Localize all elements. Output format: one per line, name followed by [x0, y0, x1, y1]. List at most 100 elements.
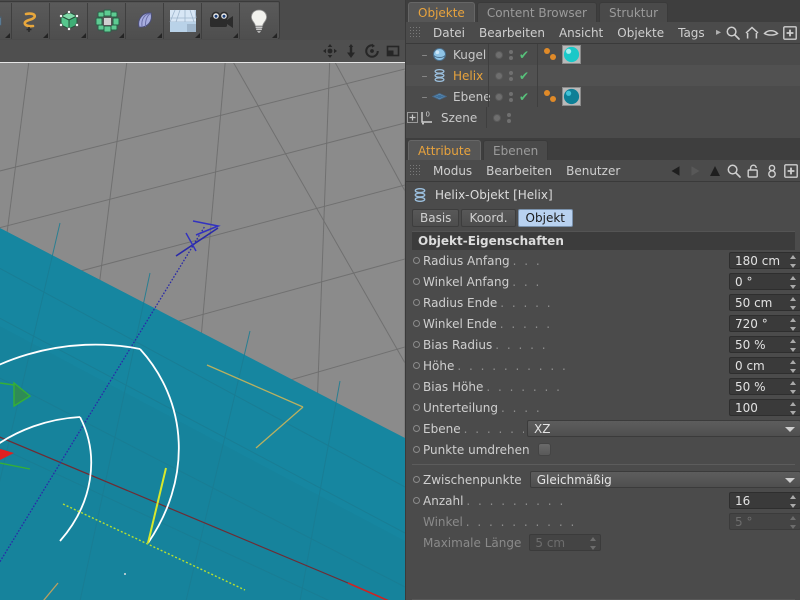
panel-grip-icon[interactable] [409, 164, 422, 177]
winkel-ende-input[interactable]: 720 ° [729, 315, 800, 332]
floor-environment-icon[interactable] [164, 3, 202, 39]
menu-benutzer[interactable]: Benutzer [559, 161, 627, 181]
tab-struktur[interactable]: Struktur [599, 2, 669, 22]
spinner-icon[interactable] [789, 297, 796, 310]
spinner-icon[interactable] [789, 381, 796, 394]
tab-koord[interactable]: Koord. [461, 209, 516, 227]
menu-ansicht[interactable]: Ansicht [552, 23, 610, 43]
punkte-umdrehen-checkbox[interactable] [537, 443, 551, 456]
enabled-check-icon[interactable]: ✔ [519, 70, 529, 82]
visibility-dot[interactable] [495, 71, 503, 80]
forward-arrow-icon[interactable] [686, 163, 702, 179]
spinner-icon[interactable] [789, 318, 796, 331]
search-icon[interactable] [726, 163, 742, 179]
material-tag-icon[interactable] [562, 87, 581, 106]
tag-area[interactable] [537, 86, 581, 107]
anzahl-input[interactable]: 16 [729, 492, 800, 509]
menu-tags[interactable]: Tags [671, 23, 712, 43]
dot-stack-icon[interactable] [509, 91, 513, 102]
object-visibility-dots[interactable] [486, 107, 532, 128]
animate-toggle-icon[interactable] [413, 362, 420, 369]
search-icon[interactable] [725, 25, 741, 41]
animate-toggle-icon[interactable] [413, 476, 420, 483]
move-camera-icon[interactable] [322, 43, 338, 59]
animate-toggle-icon[interactable] [413, 404, 420, 411]
animate-toggle-icon[interactable] [413, 278, 420, 285]
bias-radius-input[interactable]: 50 % [729, 336, 800, 353]
spinner-icon[interactable] [789, 276, 796, 289]
spline-icon[interactable] [12, 3, 50, 39]
animate-toggle-icon[interactable] [413, 383, 420, 390]
back-arrow-icon[interactable] [669, 163, 685, 179]
rotate-camera-icon[interactable] [364, 43, 380, 59]
enabled-check-icon[interactable]: ✔ [519, 49, 529, 61]
camera-icon[interactable] [202, 3, 240, 39]
unlock-icon[interactable] [745, 163, 761, 179]
table-row[interactable]: – Ebene ✔ [406, 86, 800, 107]
array-icon[interactable] [88, 3, 126, 39]
winkel-anfang-input[interactable]: 0 ° [729, 273, 800, 290]
ebene-select[interactable]: XZ [527, 420, 800, 437]
spinner-icon[interactable] [789, 495, 796, 508]
zwischenpunkte-select[interactable]: Gleichmäßig [529, 471, 800, 488]
dolly-camera-icon[interactable] [343, 43, 359, 59]
add-panel-icon[interactable] [783, 163, 799, 179]
scene-root-icon[interactable]: 0 [419, 109, 436, 126]
spinner-icon[interactable] [789, 255, 796, 268]
menu-modus[interactable]: Modus [426, 161, 479, 181]
menu-datei[interactable]: Datei [426, 23, 472, 43]
viewport-3d[interactable] [0, 62, 405, 600]
tab-attribute[interactable]: Attribute [408, 140, 481, 160]
material-tag-icon[interactable] [562, 45, 581, 64]
tab-objekte[interactable]: Objekte [408, 2, 475, 22]
dot-stack-icon[interactable] [509, 70, 513, 81]
spinner-icon[interactable] [789, 339, 796, 352]
menu-bearbeiten[interactable]: Bearbeiten [479, 161, 559, 181]
animate-toggle-icon[interactable] [413, 257, 420, 264]
object-visibility-dots[interactable]: ✔ [488, 44, 534, 65]
menu-objekte[interactable]: Objekte [610, 23, 671, 43]
table-row[interactable]: – Helix ✔ [406, 65, 800, 86]
add-layer-icon[interactable] [782, 25, 798, 41]
spinner-icon[interactable] [789, 360, 796, 373]
bias-hoehe-input[interactable]: 50 % [729, 378, 800, 395]
visibility-dot[interactable] [493, 113, 501, 122]
table-row[interactable]: – Kugel ✔ [406, 44, 800, 65]
viewport-layout-icon[interactable] [385, 43, 401, 59]
hoehe-input[interactable]: 0 cm [729, 357, 800, 374]
radius-anfang-input[interactable]: 180 cm [729, 252, 800, 269]
spinner-icon[interactable] [789, 402, 796, 415]
object-visibility-dots[interactable]: ✔ [488, 65, 534, 86]
menu-overflow-arrow-icon[interactable]: ▸ [716, 27, 721, 38]
tab-basis[interactable]: Basis [412, 209, 460, 227]
animate-toggle-icon[interactable] [413, 425, 420, 432]
enabled-check-icon[interactable]: ✔ [519, 91, 529, 103]
cube-primitive-icon[interactable] [0, 3, 12, 39]
expand-toggle-icon[interactable] [406, 107, 419, 128]
table-row[interactable]: 0 Szene [406, 107, 800, 128]
material-tag-dots-icon[interactable] [542, 88, 560, 105]
home-icon[interactable] [744, 25, 760, 41]
animate-toggle-icon[interactable] [413, 446, 420, 453]
animate-toggle-icon[interactable] [413, 320, 420, 327]
link-icon[interactable] [764, 163, 780, 179]
unterteilung-input[interactable]: 100 [729, 399, 800, 416]
tab-ebenen[interactable]: Ebenen [483, 140, 549, 160]
visibility-dot[interactable] [495, 92, 503, 101]
tab-objekt[interactable]: Objekt [517, 209, 573, 227]
menu-bearbeiten[interactable]: Bearbeiten [472, 23, 552, 43]
deformer-icon[interactable] [126, 3, 164, 39]
tag-area[interactable] [537, 44, 581, 65]
dot-stack-icon[interactable] [509, 49, 513, 60]
sphere-object-icon[interactable] [431, 46, 448, 63]
dot-stack-icon[interactable] [507, 112, 511, 123]
visibility-dot[interactable] [495, 50, 503, 59]
animate-toggle-icon[interactable] [413, 299, 420, 306]
eye-icon[interactable] [763, 25, 779, 41]
animate-toggle-icon[interactable] [413, 497, 420, 504]
radius-ende-input[interactable]: 50 cm [729, 294, 800, 311]
helix-object-icon[interactable] [431, 67, 448, 84]
nurbs-cube-icon[interactable] [50, 3, 88, 39]
material-tag-dots-icon[interactable] [542, 46, 560, 63]
object-visibility-dots[interactable]: ✔ [488, 86, 534, 107]
